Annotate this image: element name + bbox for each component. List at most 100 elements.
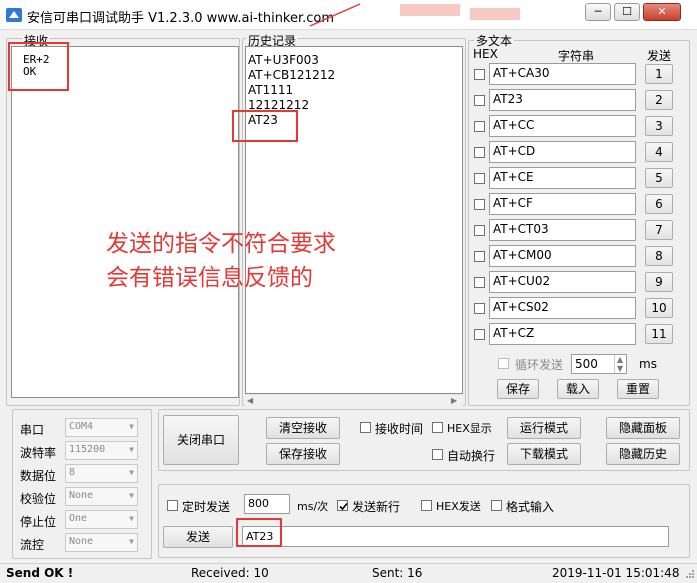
- multitext-hex-checkbox[interactable]: [474, 173, 485, 184]
- title-bar: 安信可串口调试助手 V1.2.3.0 www.ai-thinker.com ─ …: [0, 0, 697, 30]
- send-newline-checkbox[interactable]: [337, 500, 348, 511]
- load-button[interactable]: 载入: [557, 379, 599, 399]
- chevron-down-icon[interactable]: ▼: [129, 422, 134, 431]
- multitext-string-input[interactable]: AT+CZ: [489, 323, 636, 345]
- save-receive-button[interactable]: 保存接收: [266, 443, 340, 465]
- multitext-hex-checkbox[interactable]: [474, 303, 485, 314]
- multitext-string-input[interactable]: AT+CM00: [489, 245, 636, 267]
- multitext-hex-checkbox[interactable]: [474, 69, 485, 80]
- maximize-button[interactable]: ☐: [614, 3, 640, 21]
- hex-column-header: HEX: [473, 47, 498, 61]
- highlight-box-history: [232, 110, 298, 142]
- chevron-down-icon[interactable]: ▼: [129, 491, 134, 500]
- port-setting-label: 波特率: [20, 446, 57, 460]
- hex-send-checkbox[interactable]: [421, 500, 432, 511]
- port-setting-select[interactable]: COM4 ▼: [65, 418, 138, 437]
- minimize-button[interactable]: ─: [585, 3, 611, 21]
- multitext-hex-checkbox[interactable]: [474, 95, 485, 106]
- hide-panel-button[interactable]: 隐藏面板: [606, 417, 680, 439]
- history-item[interactable]: AT+U3F003: [248, 53, 319, 68]
- multitext-hex-checkbox[interactable]: [474, 277, 485, 288]
- multitext-string-input[interactable]: AT+CT03: [489, 219, 636, 241]
- receive-time-checkbox[interactable]: [360, 422, 371, 433]
- multitext-send-button[interactable]: 1: [645, 64, 673, 84]
- timed-unit-label: ms/次: [297, 500, 329, 513]
- loop-interval-spinner[interactable]: ▲ ▼: [614, 355, 626, 373]
- multitext-hex-checkbox[interactable]: [474, 121, 485, 132]
- chevron-down-icon[interactable]: ▼: [129, 514, 134, 523]
- auto-wrap-checkbox[interactable]: [432, 449, 443, 460]
- multitext-string-input[interactable]: AT+CE: [489, 167, 636, 189]
- loop-unit-label: ms: [639, 357, 657, 371]
- multitext-hex-checkbox[interactable]: [474, 199, 485, 210]
- annotation-line-1: 发送的指令不符合要求: [106, 231, 336, 257]
- hex-display-label: HEX显示: [447, 422, 492, 435]
- multitext-send-button[interactable]: 2: [645, 90, 673, 110]
- send-input[interactable]: AT23: [242, 526, 669, 547]
- scroll-left-icon[interactable]: ◀: [247, 396, 253, 405]
- format-input-label: 格式输入: [506, 500, 555, 514]
- multitext-send-button[interactable]: 6: [645, 194, 673, 214]
- multitext-string-input[interactable]: AT+CS02: [489, 297, 636, 319]
- loop-send-checkbox[interactable]: [498, 358, 509, 369]
- multitext-hex-checkbox[interactable]: [474, 329, 485, 340]
- multitext-string-input[interactable]: AT+CD: [489, 141, 636, 163]
- close-port-button[interactable]: 关闭串口: [163, 415, 239, 465]
- receive-textarea[interactable]: ER+2 OK: [11, 46, 239, 398]
- multitext-send-button[interactable]: 9: [645, 272, 673, 292]
- port-setting-select[interactable]: 8 ▼: [65, 464, 138, 483]
- scroll-right-icon[interactable]: ▶: [451, 396, 457, 405]
- hide-history-button[interactable]: 隐藏历史: [606, 443, 680, 465]
- chevron-down-icon[interactable]: ▼: [129, 468, 134, 477]
- spin-down-icon[interactable]: ▼: [617, 364, 623, 373]
- port-setting-select[interactable]: None ▼: [65, 487, 138, 506]
- history-list[interactable]: AT+U3F003 AT+CB121212 AT1111 12121212 AT…: [245, 46, 463, 394]
- resize-grip-icon[interactable]: [683, 569, 695, 581]
- multitext-string-input[interactable]: AT+CF: [489, 193, 636, 215]
- port-setting-value: None: [69, 490, 94, 501]
- multitext-string-input[interactable]: AT23: [489, 89, 636, 111]
- spin-up-icon[interactable]: ▲: [617, 355, 623, 364]
- checkmark-icon: [339, 502, 348, 511]
- download-mode-button[interactable]: 下载模式: [507, 443, 581, 465]
- hex-display-checkbox[interactable]: [432, 422, 443, 433]
- multitext-hex-checkbox[interactable]: [474, 225, 485, 236]
- multitext-send-button[interactable]: 3: [645, 116, 673, 136]
- port-setting-select[interactable]: 115200 ▼: [65, 441, 138, 460]
- chevron-down-icon[interactable]: ▼: [129, 445, 134, 454]
- history-horizontal-scrollbar[interactable]: ◀ ▶: [245, 394, 463, 406]
- port-setting-select[interactable]: One ▼: [65, 510, 138, 529]
- multitext-send-button[interactable]: 4: [645, 142, 673, 162]
- multitext-send-button[interactable]: 5: [645, 168, 673, 188]
- timed-interval-input[interactable]: 800: [244, 494, 290, 514]
- status-datetime: 2019-11-01 15:01:48: [552, 566, 680, 580]
- status-received: Received: 10: [191, 566, 269, 580]
- chevron-down-icon[interactable]: ▼: [129, 537, 134, 546]
- clear-receive-button[interactable]: 清空接收: [266, 417, 340, 439]
- close-button[interactable]: ✕: [643, 3, 681, 21]
- format-input-checkbox[interactable]: [491, 500, 502, 511]
- port-setting-select[interactable]: None ▼: [65, 533, 138, 552]
- multitext-string-input[interactable]: AT+CC: [489, 115, 636, 137]
- port-setting-label: 数据位: [20, 469, 57, 483]
- multitext-send-button[interactable]: 8: [645, 246, 673, 266]
- multitext-hex-checkbox[interactable]: [474, 147, 485, 158]
- multitext-send-button[interactable]: 11: [645, 324, 673, 344]
- port-setting-label: 串口: [20, 423, 45, 437]
- annotation-line-2: 会有错误信息反馈的: [106, 265, 313, 291]
- multitext-send-button[interactable]: 10: [645, 298, 673, 318]
- multitext-send-button[interactable]: 7: [645, 220, 673, 240]
- timed-send-checkbox[interactable]: [167, 500, 178, 511]
- auto-wrap-label: 自动换行: [447, 449, 496, 463]
- status-bar: Send OK ! Received: 10 Sent: 16 2019-11-…: [0, 563, 697, 583]
- reset-button[interactable]: 重置: [617, 379, 659, 399]
- run-mode-button[interactable]: 运行模式: [507, 417, 581, 439]
- multitext-string-input[interactable]: AT+CU02: [489, 271, 636, 293]
- history-item[interactable]: AT+CB121212: [248, 68, 335, 83]
- history-item[interactable]: AT1111: [248, 83, 293, 98]
- send-button[interactable]: 发送: [163, 526, 233, 548]
- multitext-string-input[interactable]: AT+CA30: [489, 63, 636, 85]
- send-column-header: 发送: [647, 49, 672, 63]
- save-button[interactable]: 保存: [497, 379, 539, 399]
- multitext-hex-checkbox[interactable]: [474, 251, 485, 262]
